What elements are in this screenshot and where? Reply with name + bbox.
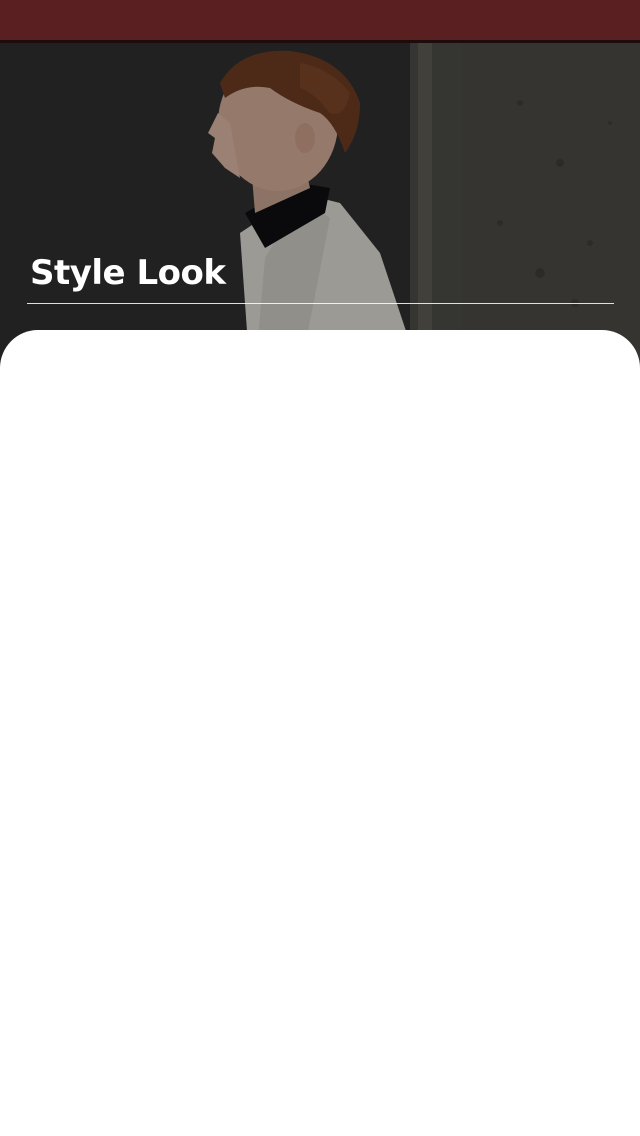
status-bar bbox=[0, 0, 640, 43]
content-sheet bbox=[0, 330, 640, 1136]
hero-overlay bbox=[0, 43, 640, 373]
title-divider bbox=[27, 303, 614, 304]
hero-banner: Style Look bbox=[0, 43, 640, 373]
page-title: Style Look bbox=[30, 253, 226, 293]
